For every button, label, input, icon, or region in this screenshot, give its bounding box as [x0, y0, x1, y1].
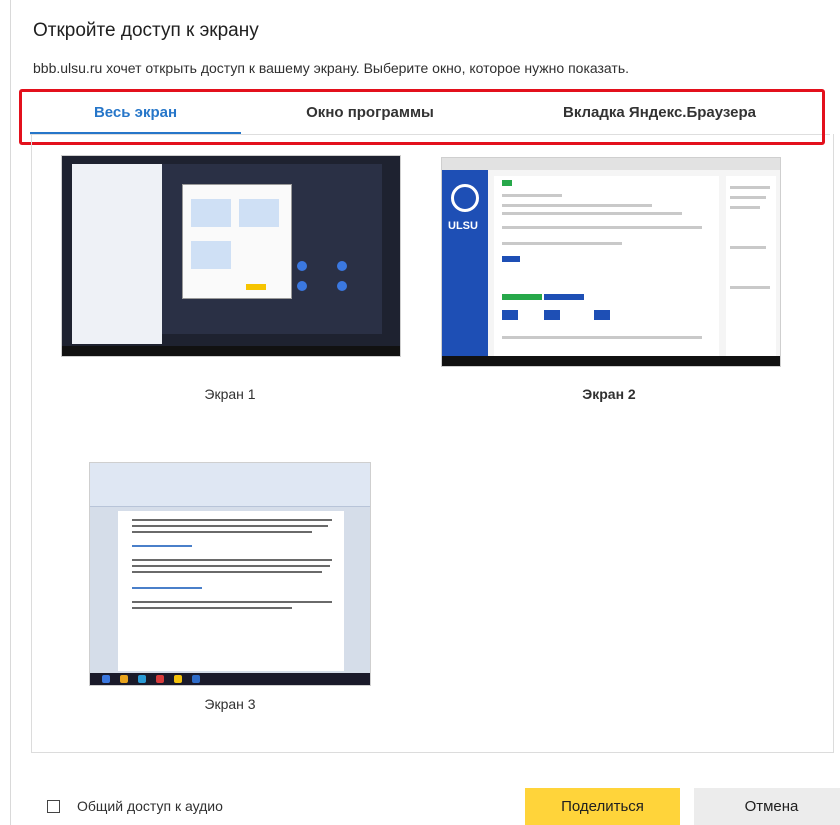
thumb-dialog	[182, 184, 292, 299]
screen-2-thumbnail[interactable]: ULSU	[441, 157, 781, 367]
thumb-right-sidebar	[726, 176, 776, 356]
thumb-content	[494, 176, 719, 356]
thumb-logo-text: ULSU	[448, 220, 478, 232]
screen-2-label: Экран 2	[582, 386, 636, 402]
share-button[interactable]: Поделиться	[525, 788, 680, 825]
thumb-share-button	[246, 284, 266, 290]
screen-1-label: Экран 1	[204, 386, 256, 402]
thumb-browser-bar	[442, 158, 780, 170]
cancel-button[interactable]: Отмена	[694, 788, 840, 825]
thumb-sidebar: ULSU	[442, 170, 488, 358]
thumb-taskbar	[90, 673, 370, 685]
thumb-word-ribbon	[90, 463, 370, 507]
thumb-taskbar	[442, 356, 780, 366]
thumb-taskbar	[62, 346, 400, 356]
share-screen-dialog: Откройте доступ к экрану bbb.ulsu.ru хоч…	[10, 0, 840, 825]
thumb-window-left	[72, 164, 162, 344]
screen-1-thumbnail[interactable]	[61, 155, 401, 357]
thumb-logo-icon	[451, 184, 479, 212]
thumb-document-page	[118, 511, 344, 671]
audio-share-checkbox[interactable]	[47, 800, 60, 813]
audio-share-label: Общий доступ к аудио	[77, 798, 223, 814]
screen-3-thumbnail[interactable]	[89, 462, 371, 686]
dialog-title: Откройте доступ к экрану	[33, 20, 259, 41]
dialog-subtitle: bbb.ulsu.ru хочет открыть доступ к вашем…	[33, 60, 629, 76]
screen-3-label: Экран 3	[204, 696, 256, 712]
